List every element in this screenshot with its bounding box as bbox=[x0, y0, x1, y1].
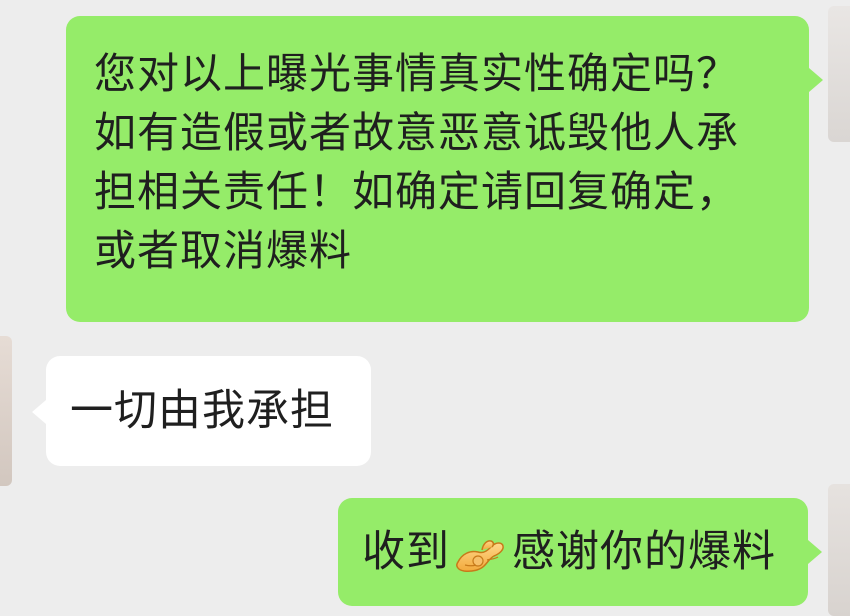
sender-avatar[interactable] bbox=[828, 484, 850, 616]
sender-avatar[interactable] bbox=[828, 6, 850, 142]
sent-message-bubble[interactable]: 您对以上曝光事情真实性确定吗？ 如有造假或者故意恶意诋毁他人承 担相关责任！如确… bbox=[66, 16, 823, 322]
message-text: 您对以上曝光事情真实性确定吗？ 如有造假或者故意恶意诋毁他人承 担相关责任！如确… bbox=[94, 49, 740, 275]
ok-hand-emoji-icon bbox=[454, 532, 506, 576]
message-text: 一切由我承担 bbox=[70, 386, 334, 436]
receiver-avatar[interactable] bbox=[0, 336, 12, 486]
message-text-after-icon: 感谢你的爆料 bbox=[512, 527, 776, 577]
message-text-before-icon: 收到 bbox=[362, 527, 450, 577]
message-text: 收到 感谢你的爆料 bbox=[362, 527, 776, 577]
received-message-bubble[interactable]: 一切由我承担 bbox=[32, 356, 371, 466]
sent-message-bubble[interactable]: 收到 感谢你的爆料 bbox=[338, 498, 822, 606]
